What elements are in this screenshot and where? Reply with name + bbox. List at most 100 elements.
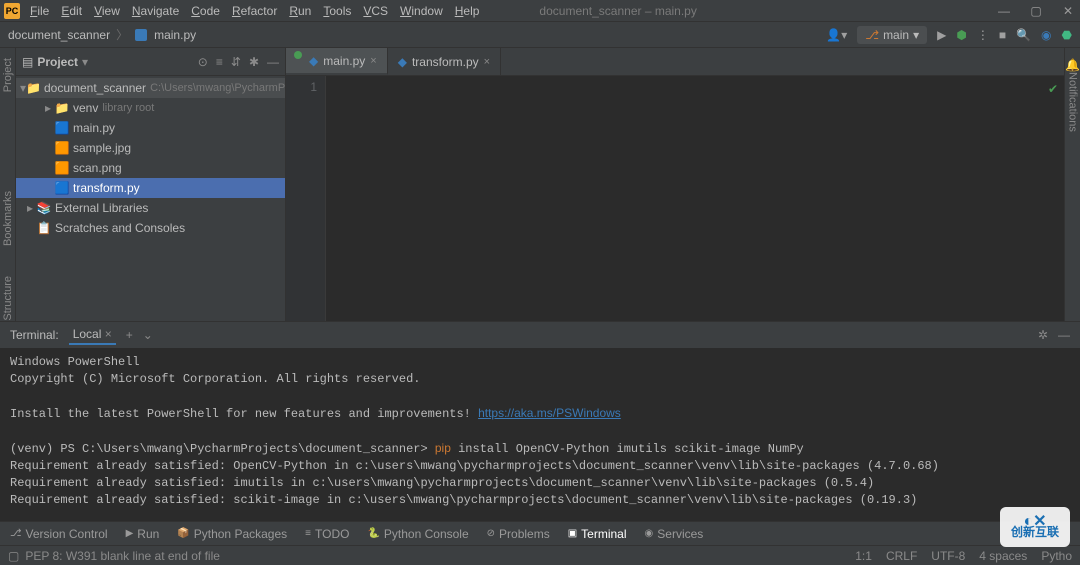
tab-transform-py[interactable]: ◆transform.py× (388, 48, 501, 75)
file-encoding[interactable]: UTF-8 (931, 549, 965, 563)
toolwindow-todo[interactable]: ≡TODO (305, 527, 349, 541)
branch-name: main (883, 28, 909, 42)
inspection-ok-icon[interactable]: ✔ (1048, 82, 1058, 96)
img-icon: 🟧 (54, 141, 70, 155)
menu-navigate[interactable]: Navigate (132, 4, 179, 18)
navigation-bar: document_scanner 〉 main.py 👤▾ ⎇ main ▾ ▶… (0, 22, 1080, 48)
terminal-gear-icon[interactable]: ✲ (1038, 328, 1048, 342)
menu-edit[interactable]: Edit (61, 4, 82, 18)
close-button[interactable]: ✕ (1060, 4, 1076, 18)
rail-notifications[interactable]: Notifications (1067, 72, 1079, 132)
gear-icon[interactable]: ⬣ (1062, 28, 1072, 42)
rail-structure[interactable]: Structure (2, 276, 14, 321)
menu-view[interactable]: View (94, 4, 120, 18)
menu-window[interactable]: Window (400, 4, 443, 18)
status-icon[interactable]: ▢ (8, 549, 19, 563)
watermark-logo: ◐✕ 创新互联 (1000, 507, 1070, 547)
tool-window-bar: ⎇Version Control ▶Run 📦Python Packages ≡TOD… (0, 521, 1080, 545)
tree-node-external-libraries[interactable]: ▸📚External Libraries (16, 198, 285, 218)
close-tab-icon[interactable]: × (484, 56, 490, 68)
terminal-tabs: Terminal: Local × + ⌄ (10, 325, 153, 345)
git-branch-selector[interactable]: ⎇ main ▾ (857, 26, 927, 44)
toolwindow-version-control[interactable]: ⎇Version Control (10, 527, 108, 541)
window-controls: — ▢ ✕ (996, 4, 1076, 18)
terminal-body[interactable]: Windows PowerShell Copyright (C) Microso… (0, 348, 1080, 521)
python-file-icon: ◆ (398, 55, 407, 69)
settings-icon[interactable]: ◉ (1041, 28, 1051, 42)
menu-tools[interactable]: Tools (323, 4, 351, 18)
status-right: 1:1 CRLF UTF-8 4 spaces Pytho (855, 549, 1072, 563)
menu-vcs[interactable]: VCS (363, 4, 388, 18)
expand-icon[interactable]: ≡ (216, 55, 223, 69)
toolwindow-run[interactable]: ▶Run (126, 527, 160, 541)
project-panel-header: ▤ Project ▾ ⊙ ≡ ⇵ ✱ — (16, 48, 285, 76)
chevron-down-icon[interactable]: ▾ (82, 55, 88, 69)
language[interactable]: Pytho (1041, 549, 1072, 563)
user-icon[interactable]: 👤▾ (826, 28, 847, 42)
main-area: Project Bookmarks Structure ▤ Project ▾ … (0, 48, 1080, 321)
folder-icon: 📁 (54, 101, 70, 115)
window-title: document_scanner – main.py (539, 4, 696, 18)
status-message: PEP 8: W391 blank line at end of file (25, 549, 220, 563)
editor-body[interactable]: 1 ✔ (286, 76, 1064, 321)
more-run-button[interactable]: ⋮ (977, 28, 989, 42)
maximize-button[interactable]: ▢ (1028, 4, 1044, 18)
menu-code[interactable]: Code (191, 4, 220, 18)
line-separator[interactable]: CRLF (886, 549, 917, 563)
terminal-hide-icon[interactable]: — (1058, 328, 1070, 342)
menu-file[interactable]: File (30, 4, 49, 18)
tree-node-transform-py[interactable]: 🟦transform.py (16, 178, 285, 198)
minimize-button[interactable]: — (996, 4, 1012, 18)
stop-button[interactable]: ■ (999, 28, 1006, 42)
breadcrumb-project: document_scanner (8, 28, 110, 42)
lib-icon: 📚 (36, 201, 52, 215)
breadcrumb[interactable]: document_scanner 〉 main.py (8, 26, 196, 43)
rail-bookmarks[interactable]: Bookmarks (2, 191, 14, 246)
toolwindow-services[interactable]: ◉Services (645, 527, 704, 541)
panel-gear-icon[interactable]: ✱ (249, 55, 259, 69)
toolwindow-python-packages[interactable]: 📦Python Packages (177, 527, 287, 541)
tree-node-venv[interactable]: ▸📁venvlibrary root (16, 98, 285, 118)
folder-icon: ▤ (22, 55, 33, 69)
project-tree[interactable]: ▾📁document_scannerC:\Users\mwang\Pycharm… (16, 76, 285, 321)
tree-node-scan-png[interactable]: 🟧scan.png (16, 158, 285, 178)
services-icon: ◉ (645, 528, 654, 539)
rail-project[interactable]: Project (2, 58, 14, 92)
code-area[interactable]: ✔ (326, 76, 1064, 321)
toolwindow-terminal[interactable]: ▣Terminal (568, 527, 627, 541)
left-rail: Project Bookmarks Structure (0, 48, 16, 321)
run-button[interactable]: ▶ (937, 28, 946, 42)
nav-toolbar: 👤▾ ⎇ main ▾ ▶ ⬢ ⋮ ■ 🔍 ◉ ⬣ (826, 26, 1072, 44)
terminal-tab-local[interactable]: Local × (69, 325, 116, 345)
notifications-bell-icon[interactable]: 🔔 (1065, 58, 1080, 72)
tree-node-sample-jpg[interactable]: 🟧sample.jpg (16, 138, 285, 158)
terminal-panel: Terminal: Local × + ⌄ ✲ — Windows PowerS… (0, 321, 1080, 521)
menu-refactor[interactable]: Refactor (232, 4, 277, 18)
breadcrumb-file: main.py (154, 28, 196, 42)
tab-main-py[interactable]: ◆main.py× (286, 48, 388, 75)
collapse-icon[interactable]: ⇵ (231, 55, 241, 69)
tree-node-scratches-and-consoles[interactable]: 📋Scratches and Consoles (16, 218, 285, 238)
caret-position[interactable]: 1:1 (855, 549, 872, 563)
indent-setting[interactable]: 4 spaces (979, 549, 1027, 563)
tree-node-main-py[interactable]: 🟦main.py (16, 118, 285, 138)
menu-run[interactable]: Run (289, 4, 311, 18)
py-icon: 🟦 (54, 181, 70, 195)
terminal-tab-menu[interactable]: ⌄ (143, 328, 153, 342)
debug-button[interactable]: ⬢ (956, 28, 966, 42)
terminal-tools: ✲ — (1038, 328, 1070, 342)
right-rail: 🔔 Notifications (1064, 48, 1080, 321)
tree-node-document_scanner[interactable]: ▾📁document_scannerC:\Users\mwang\Pycharm… (16, 78, 285, 98)
search-icon[interactable]: 🔍 (1016, 28, 1031, 42)
menu-help[interactable]: Help (455, 4, 480, 18)
select-opened-icon[interactable]: ⊙ (198, 55, 208, 69)
scratch-icon: 📋 (36, 221, 52, 235)
project-panel: ▤ Project ▾ ⊙ ≡ ⇵ ✱ — ▾📁document_scanner… (16, 48, 286, 321)
problems-icon: ⊘ (487, 528, 495, 539)
toolwindow-python-console[interactable]: 🐍Python Console (367, 527, 468, 541)
hide-panel-icon[interactable]: — (267, 55, 279, 69)
line-number: 1 (286, 80, 317, 94)
toolwindow-problems[interactable]: ⊘Problems (487, 527, 550, 541)
close-tab-icon[interactable]: × (370, 55, 376, 67)
terminal-add-tab[interactable]: + (126, 328, 133, 342)
